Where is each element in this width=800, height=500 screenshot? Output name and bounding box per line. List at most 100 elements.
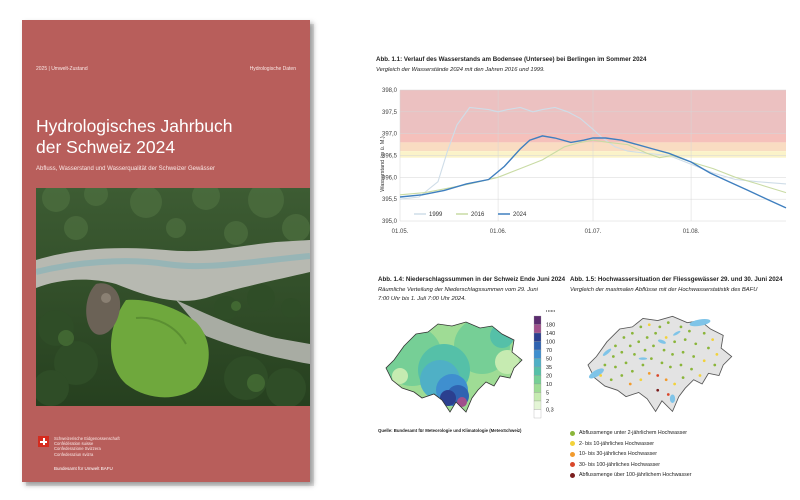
station-dot <box>645 336 649 339</box>
station-dot <box>611 355 615 358</box>
fig14-source: Quelle: Bundesamt für Meteorologie und K… <box>378 428 522 433</box>
office-name: Bundesamt für Umwelt BAFU <box>54 466 113 471</box>
fig11-subtitle: Vergleich der Wasserstände 2024 mit den … <box>376 67 545 73</box>
station-dot <box>630 369 634 373</box>
confederation-rm: Confederaziun svizra <box>54 451 94 457</box>
confederation-names: Schweizerische Eidgenossenschaft Confédé… <box>54 436 120 457</box>
station-dot <box>603 363 607 367</box>
scale-unit: mm <box>546 310 556 314</box>
station-dot <box>599 374 603 377</box>
fig15-subtitle: Vergleich der maximalen Abflüsse mit der… <box>570 287 758 293</box>
flood-legend-item: Abflussmenge über 100-jährlichem Hochwas… <box>570 470 691 481</box>
legend-label: 2016 <box>471 212 485 218</box>
station-dot <box>713 363 717 367</box>
scale-cell <box>533 315 542 325</box>
scale-cell <box>533 400 542 410</box>
scale-value-label: 180 <box>546 323 555 329</box>
report-cover: 2025 | Umwelt-Zustand Hydrologische Date… <box>22 20 310 482</box>
cover-title: Hydrologisches Jahrbuch der Schweiz 2024 <box>36 116 306 158</box>
flood-legend-label: Abflussmenge über 100-jährlichem Hochwas… <box>579 472 692 479</box>
scale-value-label: 50 <box>546 357 552 363</box>
y-axis-label: Wasserstand (m ü. M.) <box>380 136 386 192</box>
station-dot <box>673 340 676 344</box>
cover-header: 2025 | Umwelt-Zustand Hydrologische Date… <box>36 66 296 72</box>
flood-legend-item: 2- bis 10-jährliches Hochwasser <box>570 439 691 450</box>
station-dot <box>660 361 664 365</box>
station-dot <box>609 378 613 382</box>
station-dot <box>702 359 706 363</box>
legend-label: 1999 <box>429 212 443 218</box>
scale-value-label: 100 <box>546 340 555 346</box>
station-dot <box>654 331 657 335</box>
scale-cell <box>533 332 542 342</box>
station-dot <box>673 382 676 386</box>
station-dot <box>707 346 710 350</box>
lake-thun <box>638 357 648 360</box>
scale-value-label: 5 <box>546 391 549 397</box>
station-dot <box>620 350 624 354</box>
precipitation-map <box>385 321 523 413</box>
x-tick-label: 01.08. <box>683 229 700 235</box>
station-dot <box>656 388 660 392</box>
legend-dot-icon <box>570 462 575 468</box>
station-dot <box>671 353 674 356</box>
fig15-title: Abb. 1.5: Hochwassersituation der Fliess… <box>570 276 783 283</box>
scale-cell <box>533 341 542 351</box>
station-dot <box>683 338 687 341</box>
y-tick-label: 395,5 <box>382 197 398 203</box>
flood-legend-label: 10- bis 30-jährliches Hochwasser <box>579 451 658 458</box>
station-dot <box>650 357 653 360</box>
scale-value-label: 35 <box>546 365 552 371</box>
x-tick-label: 01.05. <box>392 229 409 235</box>
water-level-chart: 398,0397,5397,0396,5396,0395,5395,0 01.0… <box>380 88 787 235</box>
y-tick-label: 395,0 <box>382 219 398 225</box>
station-dot <box>690 367 693 371</box>
lake-maggiore <box>669 394 676 403</box>
station-dot <box>698 374 702 377</box>
fig11-title: Abb. 1.1: Verlauf des Wasserstands am Bo… <box>376 56 647 63</box>
station-dot <box>692 355 696 358</box>
station-dot <box>647 323 651 327</box>
station-dot <box>641 363 645 367</box>
flood-legend-item: 30- bis 100-jährliches Hochwasser <box>570 460 691 471</box>
fig14-subtitle-line1: Räumliche Verteilung der Niederschlagssu… <box>378 287 538 293</box>
scale-value-label: 10 <box>546 382 552 388</box>
cover-category-label: Hydrologische Daten <box>249 66 296 72</box>
aerial-river-photo <box>36 188 310 406</box>
flood-legend-label: 30- bis 100-jährliches Hochwasser <box>579 461 660 468</box>
station-dot <box>715 353 719 356</box>
fig14-subtitle: Räumliche Verteilung der Niederschlagssu… <box>378 286 538 303</box>
station-dot <box>666 321 670 325</box>
station-dot <box>620 374 624 377</box>
station-dot <box>662 348 666 352</box>
station-dot <box>681 376 685 379</box>
legend-dot-icon <box>570 430 575 436</box>
station-dot <box>658 325 662 329</box>
fig14-subtitle-line2: 7:00 Uhr bis 1. Juli 7:00 Uhr 2024. <box>378 295 466 302</box>
flood-situation-map <box>587 315 733 413</box>
station-dot <box>622 336 626 339</box>
y-tick-label: 397,5 <box>382 110 398 116</box>
cover-title-line2: der Schweiz 2024 <box>36 137 176 157</box>
scale-value-label: 0,3 <box>546 408 554 414</box>
cover-photo <box>36 188 310 406</box>
swiss-flag-icon <box>38 436 49 447</box>
scale-cell <box>533 392 542 402</box>
scale-value-label: 140 <box>546 331 555 337</box>
station-dot <box>664 336 668 339</box>
scale-cell <box>533 349 542 359</box>
scale-cell <box>533 383 542 393</box>
scale-cell <box>533 324 542 334</box>
scale-value-label: 2 <box>546 399 549 405</box>
station-dot <box>652 344 655 348</box>
flood-legend-label: 2- bis 10-jährliches Hochwasser <box>579 440 655 447</box>
station-dot <box>702 331 706 335</box>
station-dot <box>614 365 617 369</box>
x-tick-label: 01.06. <box>490 229 507 235</box>
station-dot <box>630 331 634 335</box>
station-dot <box>679 363 683 367</box>
scale-cell <box>533 366 542 376</box>
legend-dot-icon <box>570 441 575 447</box>
y-tick-label: 398,0 <box>382 88 398 94</box>
station-dot <box>637 340 641 344</box>
